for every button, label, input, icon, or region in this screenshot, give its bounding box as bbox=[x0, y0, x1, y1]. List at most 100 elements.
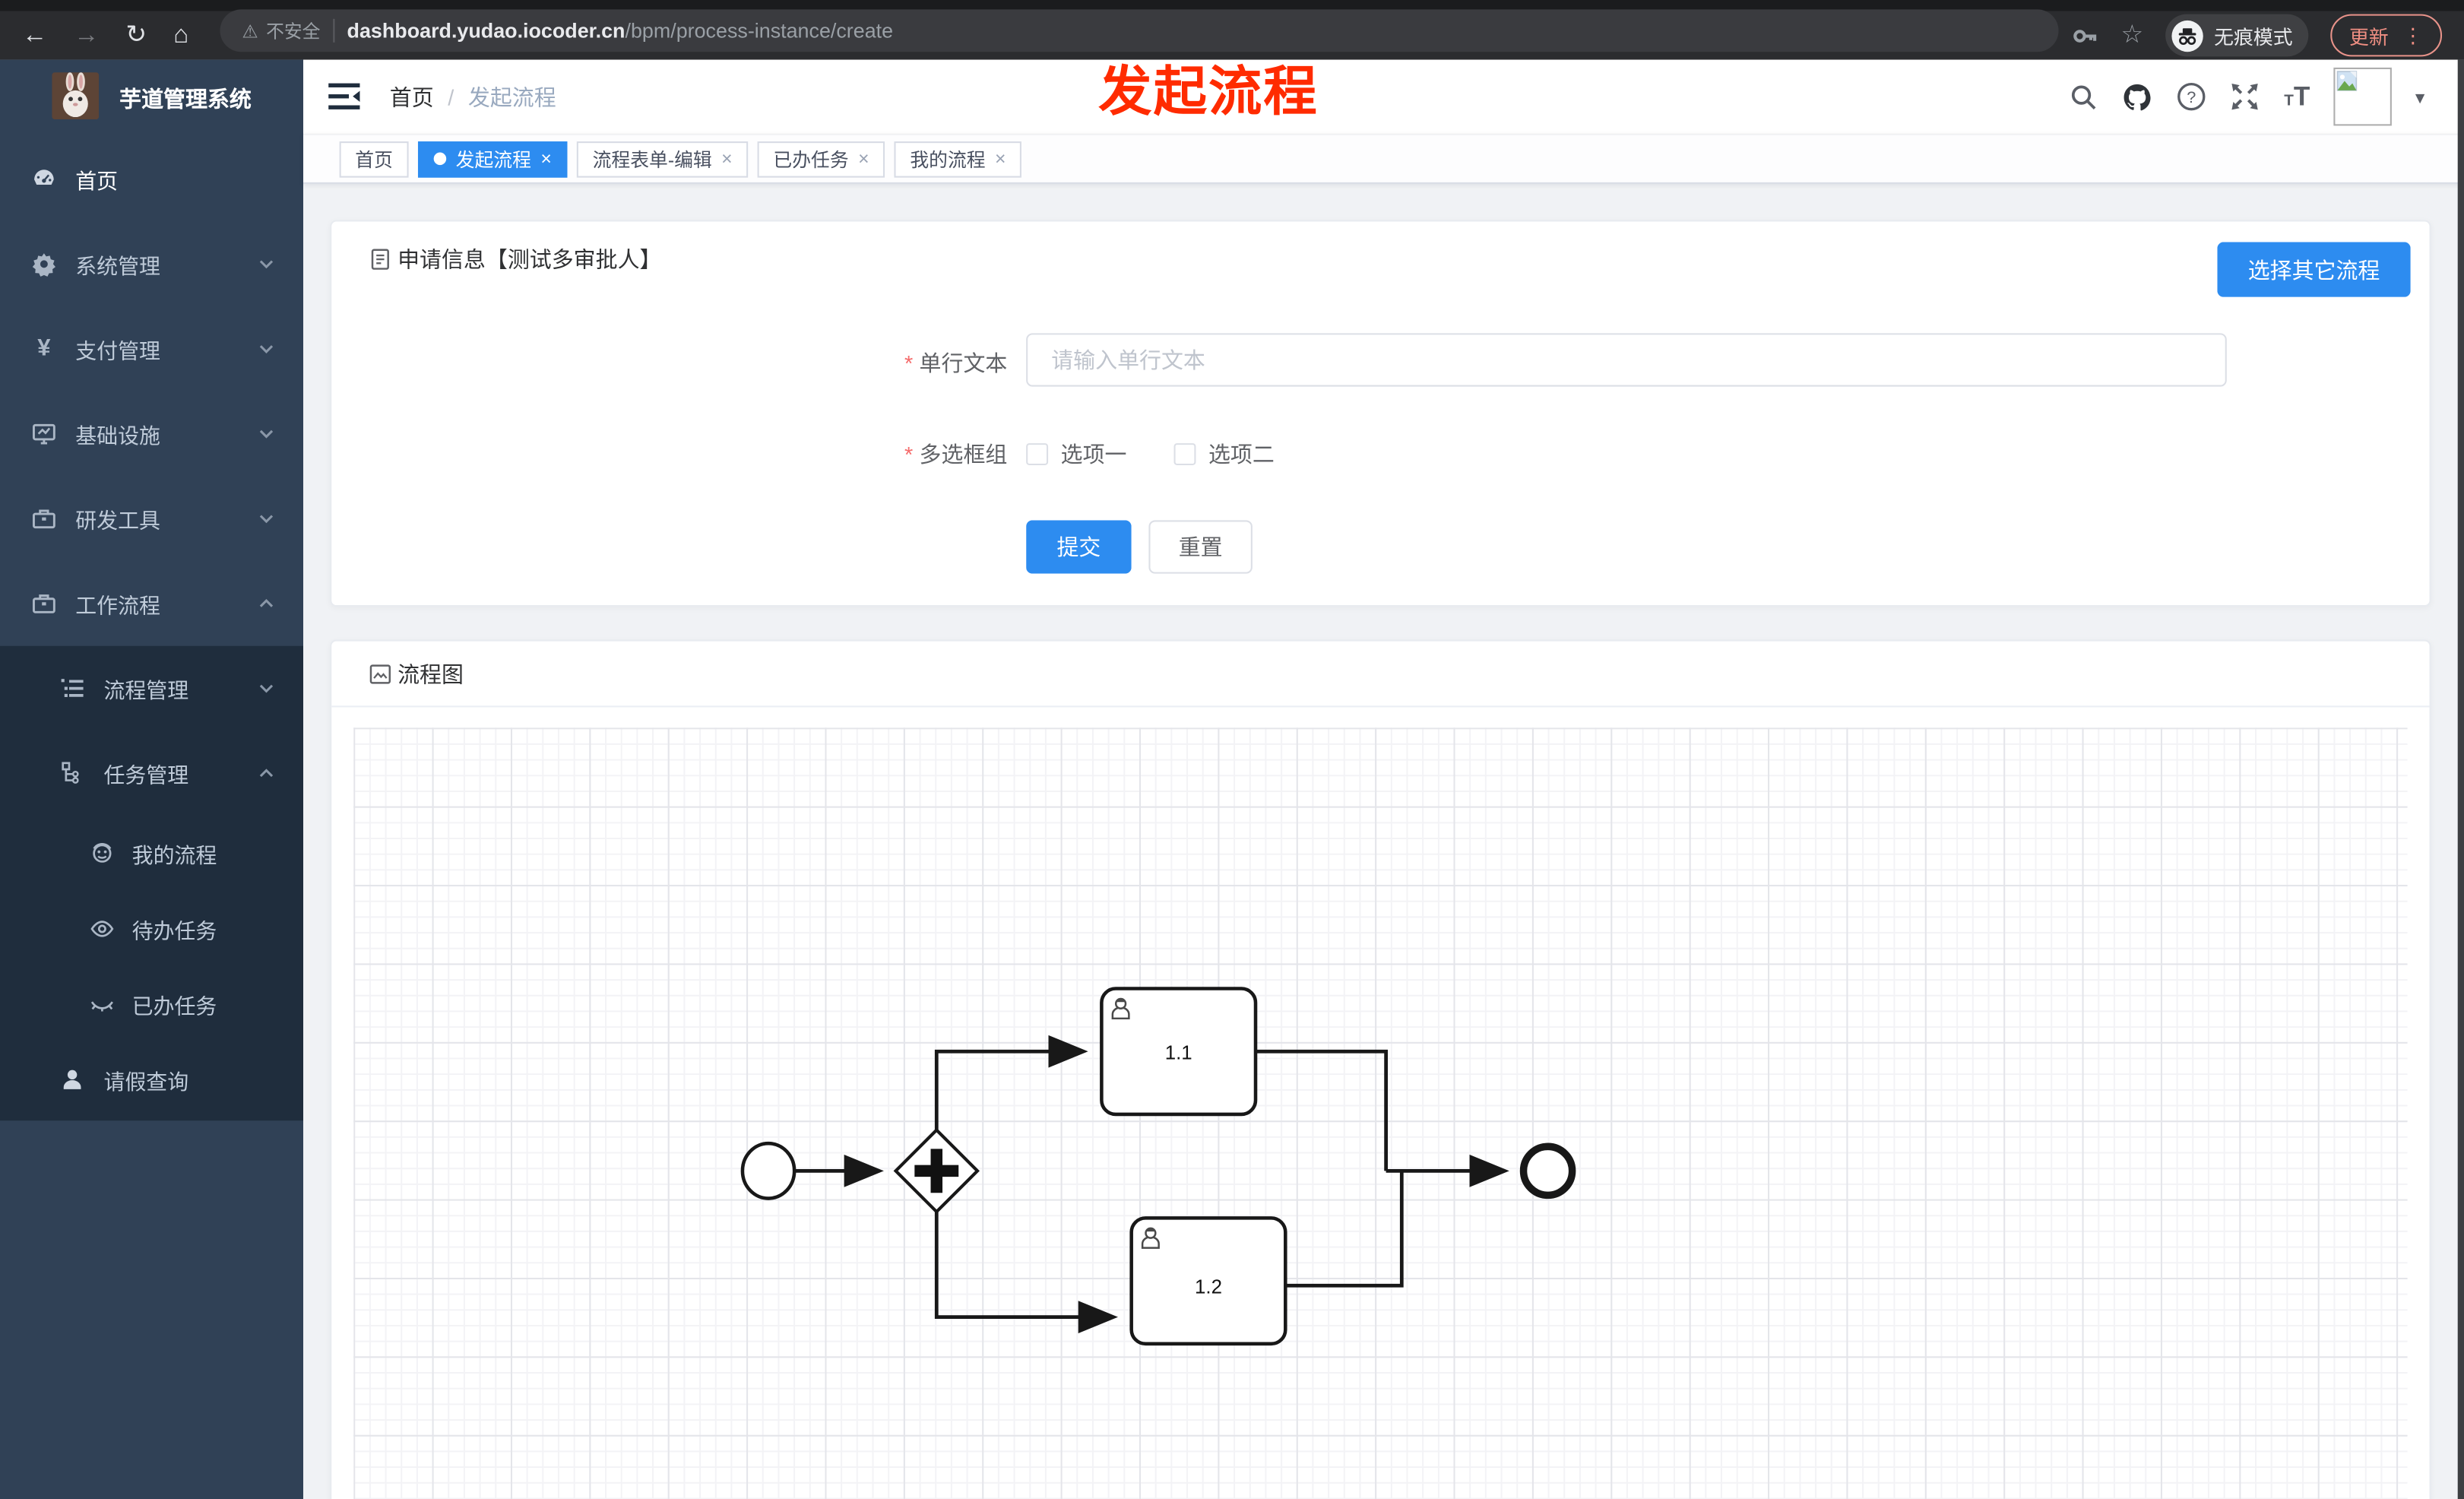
reset-button[interactable]: 重置 bbox=[1148, 520, 1253, 574]
avatar-caret-icon[interactable]: ▾ bbox=[2415, 86, 2424, 108]
sidebar-item-todo-tasks[interactable]: 待办任务 bbox=[0, 891, 303, 966]
picture-icon bbox=[369, 664, 391, 683]
bookmark-star-icon[interactable]: ☆ bbox=[2120, 22, 2143, 48]
sidebar-logo-row[interactable]: 芋道管理系统 bbox=[0, 72, 303, 135]
task-label: 1.2 bbox=[1195, 1277, 1222, 1298]
sidebar-item-home[interactable]: 首页 bbox=[0, 137, 303, 222]
tab-label: 发起流程 bbox=[455, 148, 531, 171]
help-icon[interactable]: ? bbox=[2177, 82, 2207, 112]
select-other-process-button[interactable]: 选择其它流程 bbox=[2217, 242, 2411, 297]
url-path: /bpm/process-instance/create bbox=[625, 17, 894, 42]
view-tab-bar: 首页 发起流程 × 流程表单-编辑 × 已办任务 × 我的流程 × bbox=[303, 133, 2464, 184]
field-label-checkbox-group: * 多选框组 bbox=[904, 441, 1008, 467]
bpmn-canvas[interactable]: 1.1 1.2 bbox=[353, 727, 2408, 1499]
avatar[interactable] bbox=[2333, 67, 2392, 126]
sidebar-item-label: 系统管理 bbox=[75, 254, 160, 278]
checkbox-label: 选项二 bbox=[1208, 441, 1275, 467]
tab-close-icon[interactable]: × bbox=[721, 149, 733, 168]
tree-nodes-icon bbox=[62, 762, 79, 784]
required-asterisk: * bbox=[904, 441, 914, 467]
sidebar-item-dev-tools[interactable]: 研发工具 bbox=[0, 476, 303, 561]
checkbox-option-1[interactable]: 选项一 bbox=[1026, 439, 1126, 470]
chevron-down-icon bbox=[259, 684, 274, 693]
sidebar-item-process-management[interactable]: 流程管理 bbox=[0, 646, 303, 731]
list-tree-icon bbox=[61, 679, 84, 697]
sidebar: 芋道管理系统 首页 系统管理 ¥ 支付管理 基础设施 研发工具 工作流程 流程管… bbox=[0, 59, 304, 1499]
tab-close-icon[interactable]: × bbox=[858, 149, 869, 168]
tab-label: 已办任务 bbox=[773, 148, 849, 171]
browser-forward-icon[interactable]: → bbox=[74, 22, 99, 48]
sidebar-item-done-tasks[interactable]: 已办任务 bbox=[0, 967, 303, 1042]
breadcrumb-home[interactable]: 首页 bbox=[390, 81, 434, 112]
font-size-icon[interactable]: TT bbox=[2284, 84, 2310, 110]
view-tab-start-process[interactable]: 发起流程 × bbox=[418, 141, 568, 177]
bpmn-start-event bbox=[740, 1141, 797, 1200]
sidebar-item-leave-query[interactable]: 请假查询 bbox=[0, 1042, 303, 1117]
gear-icon bbox=[32, 253, 55, 277]
chevron-down-icon bbox=[259, 260, 274, 269]
tab-label: 首页 bbox=[355, 148, 393, 171]
view-tab-done-tasks[interactable]: 已办任务 × bbox=[757, 141, 885, 177]
sidebar-item-task-management[interactable]: 任务管理 bbox=[0, 730, 303, 816]
sidebar-item-label: 研发工具 bbox=[75, 509, 160, 533]
browser-update-button[interactable]: 更新 ⋮ bbox=[2330, 14, 2443, 57]
chevron-down-icon bbox=[259, 515, 274, 524]
sidebar-item-infrastructure[interactable]: 基础设施 bbox=[0, 391, 303, 477]
sidebar-item-system[interactable]: 系统管理 bbox=[0, 222, 303, 307]
chevron-down-icon bbox=[259, 345, 274, 353]
view-tab-home[interactable]: 首页 bbox=[339, 141, 409, 177]
page-scrollbar[interactable] bbox=[2457, 59, 2464, 1499]
tab-close-icon[interactable]: × bbox=[995, 149, 1006, 168]
view-tab-my-process[interactable]: 我的流程 × bbox=[894, 141, 1022, 177]
flow-gateway-to-task2 bbox=[934, 1212, 1118, 1334]
flow-task2-to-join bbox=[1285, 1171, 1404, 1288]
flow-task1-to-join bbox=[1256, 1049, 1389, 1171]
fullscreen-icon[interactable] bbox=[2231, 82, 2260, 112]
browser-reload-icon[interactable]: ↻ bbox=[125, 22, 147, 48]
active-tab-dot bbox=[433, 152, 447, 166]
flow-diagram-card: 流程图 1.1 1.2 bbox=[330, 639, 2431, 1499]
github-icon[interactable] bbox=[2122, 81, 2153, 112]
not-secure-label: 不安全 bbox=[266, 22, 321, 42]
sidebar-item-label: 支付管理 bbox=[75, 339, 160, 363]
eye-closed-icon bbox=[90, 1001, 113, 1012]
breadcrumb-separator: / bbox=[448, 84, 454, 109]
field-label-single-text: * 单行文本 bbox=[904, 350, 1008, 376]
chevron-down-icon bbox=[259, 429, 274, 439]
eye-open-icon bbox=[90, 921, 114, 937]
workflow-submenu: 流程管理 任务管理 我的流程 待办任务 已办任务 请假查询 bbox=[0, 645, 304, 1121]
briefcase-icon bbox=[33, 594, 55, 613]
page-content: 申请信息【测试多审批人】 选择其它流程 *单行文本 *多选框组 选项一 bbox=[303, 185, 2464, 1499]
submit-button[interactable]: 提交 bbox=[1026, 520, 1132, 574]
yen-icon: ¥ bbox=[37, 334, 51, 362]
single-text-input[interactable] bbox=[1026, 333, 2227, 387]
tab-close-icon[interactable]: × bbox=[540, 149, 552, 168]
incognito-icon bbox=[2171, 19, 2203, 52]
person-face-icon bbox=[93, 843, 112, 863]
sidebar-item-payment[interactable]: ¥ 支付管理 bbox=[0, 306, 303, 391]
app-root: ← → ↻ ⌂ ⚠ 不安全 dashboard.yudao.iocoder.cn… bbox=[0, 0, 2464, 1499]
view-tab-form-edit[interactable]: 流程表单-编辑 × bbox=[576, 141, 749, 177]
flow-gateway-to-task1 bbox=[934, 1035, 1088, 1130]
sidebar-item-label: 首页 bbox=[75, 170, 119, 194]
browser-address-bar[interactable]: ⚠ 不安全 dashboard.yudao.iocoder.cn/bpm/pro… bbox=[220, 9, 2059, 52]
browser-menu-icon[interactable]: ⋮ bbox=[2402, 25, 2423, 46]
sidebar-item-my-process[interactable]: 我的流程 bbox=[0, 816, 303, 891]
browser-home-icon[interactable]: ⌂ bbox=[173, 22, 188, 48]
checkbox-box[interactable] bbox=[1173, 443, 1196, 466]
browser-back-icon[interactable]: ← bbox=[22, 22, 47, 48]
sidebar-item-label: 基础设施 bbox=[75, 424, 160, 448]
checkbox-label: 选项一 bbox=[1060, 441, 1127, 467]
tab-label: 我的流程 bbox=[910, 148, 986, 171]
checkbox-option-2[interactable]: 选项二 bbox=[1173, 439, 1275, 470]
sidebar-item-workflow[interactable]: 工作流程 bbox=[0, 561, 303, 646]
checkbox-box[interactable] bbox=[1026, 443, 1049, 466]
bpmn-end-event bbox=[1519, 1142, 1576, 1200]
search-icon[interactable] bbox=[2070, 83, 2098, 111]
password-key-icon[interactable] bbox=[2070, 21, 2098, 49]
checkbox-group: 选项一 选项二 bbox=[1026, 439, 1275, 470]
collapse-sidebar-icon[interactable] bbox=[328, 82, 360, 112]
tab-label: 流程表单-编辑 bbox=[592, 148, 712, 171]
monitor-icon bbox=[33, 423, 55, 445]
url-separator bbox=[332, 18, 335, 43]
